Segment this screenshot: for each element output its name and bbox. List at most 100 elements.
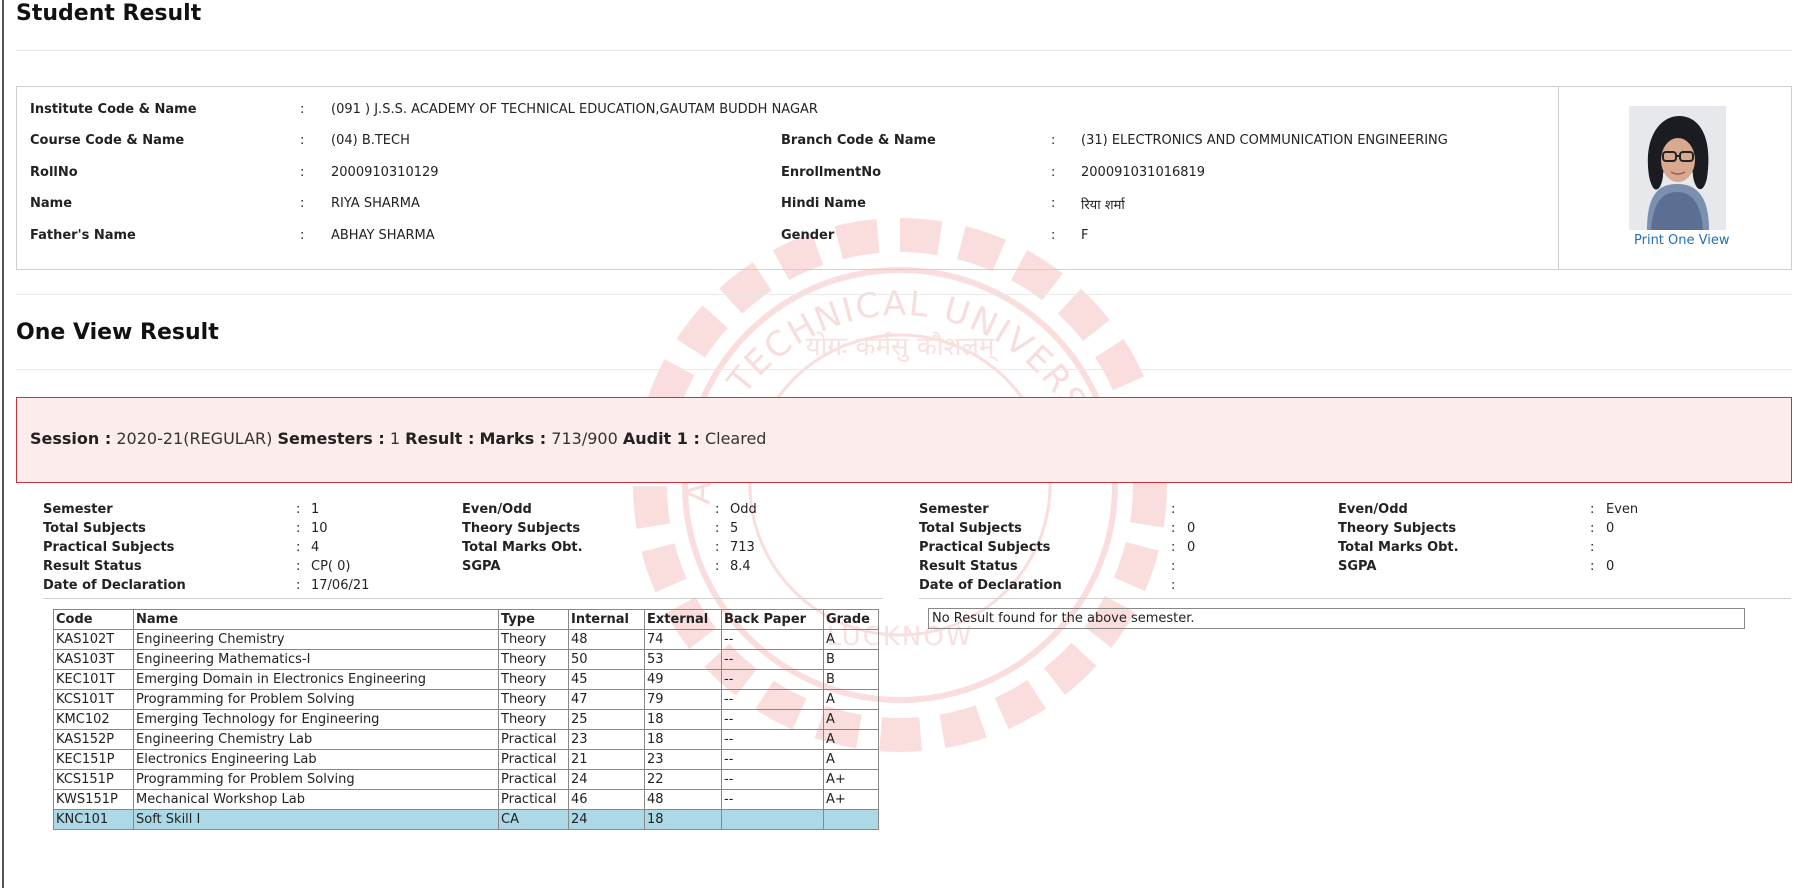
subject-code: KAS152P xyxy=(53,729,134,750)
total-marks-value: 713 xyxy=(730,540,755,555)
external-marks: 18 xyxy=(644,709,722,730)
student-info-panel: Institute Code & Name : (091 ) J.S.S. AC… xyxy=(16,86,1792,270)
column-header: External xyxy=(644,609,722,630)
declaration-date-label: Date of Declaration xyxy=(43,578,186,593)
watermark-motto: योगः कर्मसु कौशलम् xyxy=(806,331,999,362)
colon: : xyxy=(1171,502,1176,517)
audit-value: Cleared xyxy=(704,429,767,448)
marks-value: 713/900 xyxy=(551,429,618,448)
internal-marks: 24 xyxy=(568,809,645,830)
subject-code: KCS151P xyxy=(53,769,134,790)
grade: B xyxy=(823,649,879,670)
photo-cell-divider xyxy=(1558,87,1559,269)
table-row: KAS152P Engineering Chemistry Lab Practi… xyxy=(53,729,879,750)
enrollment-value: 200091031016819 xyxy=(1081,165,1206,180)
back-paper: -- xyxy=(721,729,824,750)
external-marks: 79 xyxy=(644,689,722,710)
grade: A xyxy=(823,729,879,750)
practical-subjects-value: 0 xyxy=(1187,540,1196,555)
colon: : xyxy=(1051,165,1056,180)
father-name-value: ABHAY SHARMA xyxy=(331,228,435,243)
subject-code: KWS151P xyxy=(53,789,134,810)
practical-subjects-label: Practical Subjects xyxy=(43,540,175,555)
colon: : xyxy=(300,228,305,243)
back-paper: -- xyxy=(721,629,824,650)
grade xyxy=(823,809,879,830)
grade: A+ xyxy=(823,789,879,810)
marks-table: Code Name Type Internal External Back Pa… xyxy=(53,609,879,830)
subject-type: Practical xyxy=(498,789,569,810)
course-value: (04) B.TECH xyxy=(331,133,410,148)
declaration-date-label: Date of Declaration xyxy=(919,578,1062,593)
semester-label: Semester xyxy=(919,502,989,517)
subject-code: KNC101 xyxy=(53,809,134,830)
subject-name: Mechanical Workshop Lab xyxy=(133,789,499,810)
subject-name: Programming for Problem Solving xyxy=(133,689,499,710)
print-one-view-link[interactable]: Print One View xyxy=(1634,233,1730,248)
name-value: RIYA SHARMA xyxy=(331,196,420,211)
grade: B xyxy=(823,669,879,690)
column-header: Code xyxy=(53,609,134,630)
back-paper: -- xyxy=(721,709,824,730)
divider xyxy=(919,598,1791,599)
semester-value: 1 xyxy=(311,502,320,517)
sgpa-label: SGPA xyxy=(462,559,501,574)
session-label: Session : xyxy=(30,429,112,448)
session-value: 2020-21(REGULAR) xyxy=(116,429,273,448)
page-title: Student Result xyxy=(16,1,202,26)
gender-label: Gender xyxy=(781,228,835,243)
page-left-border xyxy=(2,0,4,888)
grade: A xyxy=(823,709,879,730)
internal-marks: 50 xyxy=(568,649,645,670)
table-row: KWS151P Mechanical Workshop Lab Practica… xyxy=(53,789,879,810)
total-subjects-label: Total Subjects xyxy=(919,521,1022,536)
grade: A+ xyxy=(823,769,879,790)
external-marks: 74 xyxy=(644,629,722,650)
subject-type: CA xyxy=(498,809,569,830)
table-row: KAS102T Engineering Chemistry Theory 48 … xyxy=(53,629,879,650)
back-paper: -- xyxy=(721,689,824,710)
divider xyxy=(16,369,1792,370)
column-header: Name xyxy=(133,609,499,630)
result-status-value: CP( 0) xyxy=(311,559,351,574)
semesters-label: Semesters : xyxy=(277,429,385,448)
back-paper: -- xyxy=(721,769,824,790)
colon: : xyxy=(1171,578,1176,593)
colon: : xyxy=(715,521,720,536)
back-paper: -- xyxy=(721,749,824,770)
subject-name: Emerging Domain in Electronics Engineeri… xyxy=(133,669,499,690)
subject-type: Theory xyxy=(498,689,569,710)
result-status-label: Result Status xyxy=(43,559,142,574)
subject-code: KCS101T xyxy=(53,689,134,710)
column-header: Type xyxy=(498,609,569,630)
internal-marks: 47 xyxy=(568,689,645,710)
roll-label: RollNo xyxy=(30,165,78,180)
semesters-value: 1 xyxy=(389,429,401,448)
subject-type: Theory xyxy=(498,629,569,650)
subject-type: Theory xyxy=(498,649,569,670)
column-header: Internal xyxy=(568,609,645,630)
table-row-highlighted: KNC101 Soft Skill I CA 24 18 xyxy=(53,809,879,830)
subject-type: Theory xyxy=(498,709,569,730)
external-marks: 49 xyxy=(644,669,722,690)
colon: : xyxy=(1590,540,1595,555)
total-subjects-value: 0 xyxy=(1187,521,1196,536)
course-label: Course Code & Name xyxy=(30,133,185,148)
practical-subjects-label: Practical Subjects xyxy=(919,540,1051,555)
theory-subjects-value: 5 xyxy=(730,521,739,536)
hindi-name-value: रिया शर्मा xyxy=(1081,198,1125,213)
branch-value: (31) ELECTRONICS AND COMMUNICATION ENGIN… xyxy=(1081,133,1448,148)
internal-marks: 21 xyxy=(568,749,645,770)
grade: A xyxy=(823,749,879,770)
theory-subjects-value: 0 xyxy=(1606,521,1615,536)
sgpa-value: 8.4 xyxy=(730,559,751,574)
session-summary-banner: Session : 2020-21(REGULAR) Semesters : 1… xyxy=(16,397,1792,483)
colon: : xyxy=(300,165,305,180)
internal-marks: 46 xyxy=(568,789,645,810)
even-odd-value: Even xyxy=(1606,502,1639,517)
table-header-row: Code Name Type Internal External Back Pa… xyxy=(53,609,879,630)
father-name-label: Father's Name xyxy=(30,228,136,243)
subject-name: Electronics Engineering Lab xyxy=(133,749,499,770)
internal-marks: 25 xyxy=(568,709,645,730)
external-marks: 18 xyxy=(644,729,722,750)
